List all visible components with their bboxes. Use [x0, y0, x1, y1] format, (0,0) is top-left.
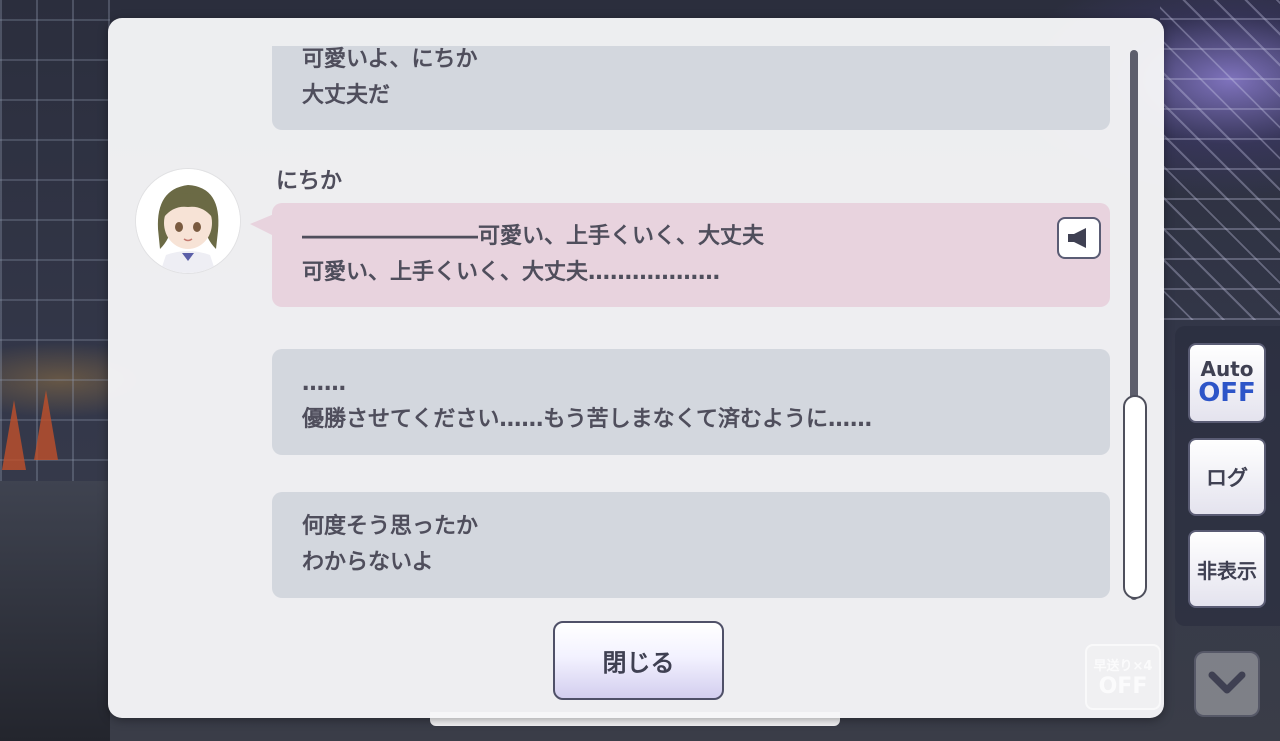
traffic-cone — [34, 390, 58, 460]
fast-forward-label: 早送り×4 — [1093, 659, 1153, 674]
traffic-cone — [2, 400, 26, 470]
fast-forward-button[interactable]: 早送り×4 OFF — [1085, 644, 1161, 710]
message-line: 大丈夫だ — [302, 83, 391, 108]
auto-label: Auto — [1200, 357, 1254, 381]
message-line: 可愛い、上手くいく、大丈夫……………… — [302, 260, 721, 285]
scrollbar-thumb[interactable] — [1123, 395, 1147, 599]
speaker-icon — [1068, 228, 1086, 248]
log-message: …… 優勝させてください……もう苦しまなくて済むように…… — [272, 349, 1110, 455]
message-line: わからないよ — [302, 550, 434, 575]
stage-floor — [0, 481, 110, 741]
message-line: 優勝させてください……もう苦しまなくて済むように…… — [302, 407, 873, 432]
log-message: 何度そう思ったか わからないよ — [272, 492, 1110, 598]
close-button[interactable]: 閉じる — [553, 621, 724, 700]
message-line: …… — [302, 371, 346, 396]
log-button[interactable]: ログ — [1188, 438, 1266, 516]
message-line: ――――――――可愛い、上手くいく、大丈夫 — [302, 224, 765, 249]
speaker-name: にちか — [276, 169, 343, 194]
chevron-down-icon — [1208, 671, 1246, 694]
auto-button[interactable]: Auto OFF — [1188, 343, 1266, 423]
message-line: 可愛いよ、にちか — [302, 47, 478, 72]
auto-state: OFF — [1198, 378, 1256, 408]
voice-replay-button[interactable] — [1057, 217, 1101, 259]
scaffold-right — [1160, 0, 1280, 320]
nichika-avatar — [136, 169, 240, 273]
collapse-button[interactable] — [1194, 651, 1260, 717]
hide-button[interactable]: 非表示 — [1188, 530, 1266, 608]
fast-forward-state: OFF — [1098, 674, 1148, 699]
speech-bubble-tail — [250, 214, 274, 236]
message-line: 何度そう思ったか — [302, 514, 479, 539]
log-message: 可愛いよ、にちか 大丈夫だ — [272, 46, 1110, 130]
speaker-message: ――――――――可愛い、上手くいく、大丈夫 可愛い、上手くいく、大丈夫……………… — [272, 203, 1110, 307]
avatar-portrait — [136, 169, 240, 273]
